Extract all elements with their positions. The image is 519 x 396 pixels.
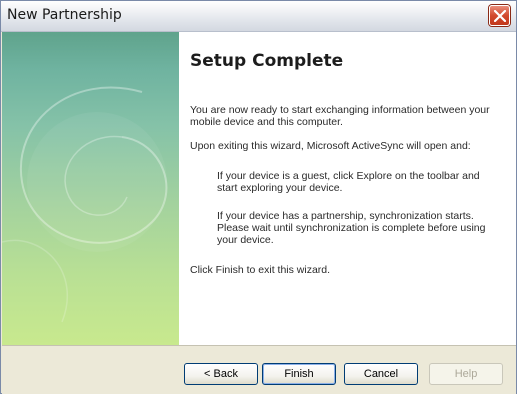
wizard-content: Setup Complete You are now ready to star… <box>179 32 516 345</box>
exit-text: Upon exiting this wizard, Microsoft Acti… <box>190 140 471 152</box>
wizard-side-graphic <box>2 32 179 345</box>
back-button[interactable]: < Back <box>184 363 258 385</box>
button-bar: < Back Finish Cancel Help <box>2 345 516 394</box>
close-icon <box>494 10 506 22</box>
help-button[interactable]: Help <box>429 363 503 385</box>
close-button[interactable] <box>489 5 510 26</box>
guest-instruction: If your device is a guest, click Explore… <box>217 170 480 194</box>
window-title: New Partnership <box>7 7 122 23</box>
finish-instruction: Click Finish to exit this wizard. <box>190 264 331 276</box>
partnership-instruction: If your device has a partnership, synchr… <box>217 210 486 246</box>
swirl-graphic <box>2 86 168 323</box>
page-heading: Setup Complete <box>190 51 344 71</box>
cancel-button[interactable]: Cancel <box>344 363 418 385</box>
new-partnership-dialog: New Partnership Setup Complete You are n… <box>0 0 517 394</box>
title-bar[interactable]: New Partnership <box>1 1 516 32</box>
intro-text: You are now ready to start exchanging in… <box>190 104 490 128</box>
finish-button[interactable]: Finish <box>262 363 336 385</box>
